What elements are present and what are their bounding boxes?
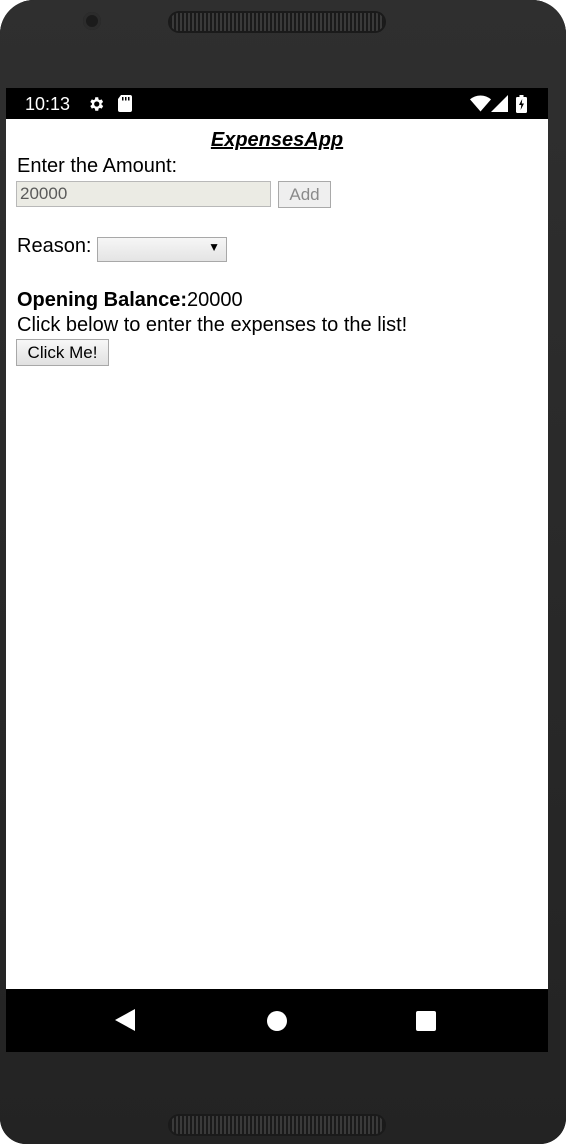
- add-button[interactable]: Add: [278, 181, 331, 208]
- page-title: ExpensesApp: [210, 129, 344, 151]
- wifi-icon: [470, 95, 491, 117]
- amount-label: Enter the Amount:: [17, 155, 178, 177]
- top-speaker: [170, 13, 384, 31]
- battery-icon: [516, 95, 527, 118]
- recent-apps-icon[interactable]: [416, 1011, 436, 1031]
- back-icon[interactable]: [115, 1009, 135, 1031]
- opening-balance-label: Opening Balance:: [17, 289, 188, 311]
- status-time: 10:13: [25, 94, 71, 114]
- gear-icon: [87, 95, 105, 118]
- status-bar: 10:13: [6, 88, 548, 119]
- reason-select[interactable]: ▼: [97, 237, 227, 262]
- navigation-bar: [6, 989, 548, 1052]
- phone-frame: 10:13 ExpensesApp Enter the Amount: 2000…: [0, 0, 566, 1144]
- screen: 10:13 ExpensesApp Enter the Amount: 2000…: [6, 88, 548, 1052]
- bottom-speaker: [170, 1116, 384, 1134]
- front-camera: [83, 12, 101, 30]
- signal-icon: [491, 95, 508, 117]
- click-me-button[interactable]: Click Me!: [16, 339, 109, 366]
- reason-label: Reason:: [17, 235, 92, 257]
- amount-input[interactable]: [16, 181, 271, 207]
- sd-card-icon: [118, 95, 132, 117]
- app-content: ExpensesApp Enter the Amount: Add Reason…: [6, 119, 548, 989]
- dropdown-arrow-icon: ▼: [208, 240, 220, 254]
- opening-balance-value: 20000: [187, 289, 243, 311]
- opening-balance: Opening Balance:20000: [17, 289, 243, 312]
- home-icon[interactable]: [267, 1011, 287, 1031]
- instruction-text: Click below to enter the expenses to the…: [17, 314, 408, 336]
